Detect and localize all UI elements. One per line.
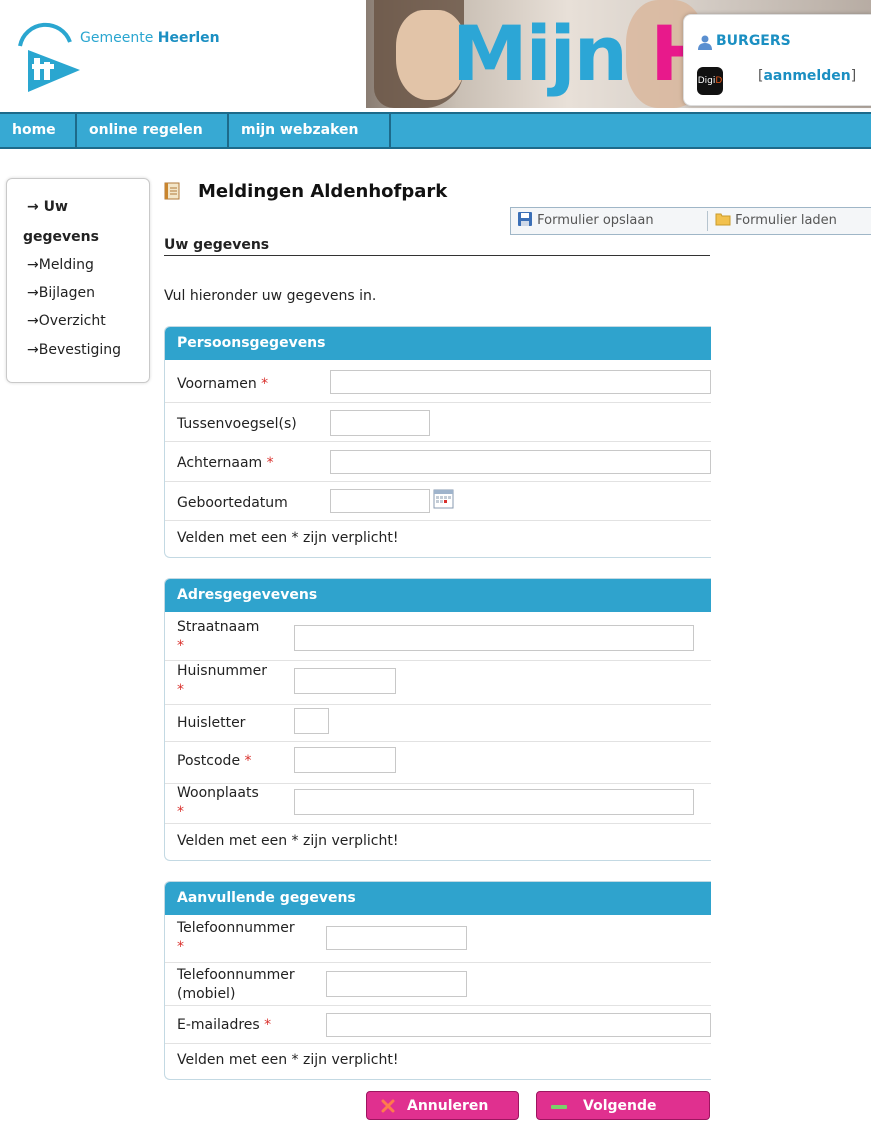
banner-title: Mijn H [452, 9, 714, 98]
row-woonplaats: Woonplaats * [165, 783, 711, 823]
input-achternaam[interactable] [330, 450, 711, 474]
row-achternaam: Achternaam * [165, 441, 711, 481]
calendar-icon[interactable] [433, 489, 454, 509]
row-voornamen: Voornamen * [165, 364, 711, 402]
load-form-button[interactable]: Formulier laden [715, 208, 837, 234]
folder-icon [715, 213, 731, 226]
input-straatnaam[interactable] [294, 625, 694, 651]
panel-heading: Aanvullende gegevens [165, 882, 711, 915]
form-icon [164, 182, 180, 200]
site-logo[interactable] [14, 12, 84, 92]
digid-icon: DigiD [697, 67, 723, 95]
login-box: BURGERS DigiD [aanmelden] [683, 14, 871, 106]
input-woonplaats[interactable] [294, 789, 694, 815]
label-geboortedatum: Geboortedatum [177, 495, 288, 511]
nav-online-regelen[interactable]: online regelen [77, 114, 229, 147]
label-tussenvoegsel: Tussenvoegsel(s) [177, 416, 297, 432]
input-email[interactable] [326, 1013, 711, 1037]
panel-heading: Persoonsgegevens [165, 327, 711, 360]
row-huisletter: Huisletter [165, 704, 711, 741]
step-bijlagen[interactable]: →Bijlagen [27, 285, 95, 301]
label-telefoon: Telefoonnummer * [177, 920, 295, 955]
row-note: Velden met een * zijn verplicht! [165, 520, 711, 557]
logo-text: Gemeente Heerlen [80, 30, 220, 46]
user-type-label: BURGERS [716, 33, 791, 49]
label-achternaam: Achternaam * [177, 455, 274, 471]
heerlen-logo-icon [18, 22, 80, 92]
row-mobiel: Telefoonnummer (mobiel) [165, 962, 711, 1005]
row-straatnaam: Straatnaam * [165, 616, 711, 660]
label-mobiel: Telefoonnummer (mobiel) [177, 967, 295, 1002]
close-icon [381, 1099, 395, 1113]
panel-heading: Adresgegevevens [165, 579, 711, 612]
row-huisnummer: Huisnummer * [165, 660, 711, 704]
input-huisletter[interactable] [294, 708, 329, 734]
row-postcode: Postcode * [165, 741, 711, 783]
save-form-button[interactable]: Formulier opslaan [517, 208, 654, 234]
login-link[interactable]: [aanmelden] [758, 68, 856, 84]
label-straatnaam: Straatnaam * [177, 619, 260, 654]
input-geboortedatum[interactable] [330, 489, 430, 513]
label-postcode: Postcode * [177, 753, 252, 769]
step-bevestiging[interactable]: →Bevestiging [27, 342, 121, 358]
panel-persoonsgegevens: Persoonsgegevens Voornamen * Tussenvoegs… [164, 326, 711, 558]
step-uw-gegevens-cont: gegevens [23, 229, 99, 245]
input-tussenvoegsel[interactable] [330, 410, 430, 436]
required-note: Velden met een * zijn verplicht! [177, 1052, 399, 1068]
label-woonplaats: Woonplaats * [177, 785, 259, 820]
step-uw-gegevens[interactable]: → Uw [27, 199, 68, 215]
row-geboortedatum: Geboortedatum [165, 481, 711, 520]
required-note: Velden met een * zijn verplicht! [177, 833, 399, 849]
section-divider [164, 255, 710, 256]
panel-aanvullende-gegevens: Aanvullende gegevens Telefoonnummer * Tel… [164, 881, 711, 1080]
step-melding[interactable]: →Melding [27, 257, 94, 273]
section-heading: Uw gegevens [164, 237, 270, 253]
input-voornamen[interactable] [330, 370, 711, 394]
input-huisnummer[interactable] [294, 668, 396, 694]
cancel-button[interactable]: Annuleren [366, 1091, 519, 1120]
intro-text: Vul hieronder uw gegevens in. [164, 288, 377, 304]
input-postcode[interactable] [294, 747, 396, 773]
nav-mijn-webzaken[interactable]: mijn webzaken [229, 114, 391, 147]
arrow-right-icon [551, 1105, 567, 1109]
page-title: Meldingen Aldenhofpark [198, 181, 448, 202]
row-note: Velden met een * zijn verplicht! [165, 823, 711, 860]
main-nav: home online regelen mijn webzaken [0, 112, 871, 149]
row-telefoon: Telefoonnummer * [165, 919, 711, 962]
input-mobiel[interactable] [326, 971, 467, 997]
label-email: E-mailadres * [177, 1017, 272, 1033]
next-button[interactable]: Volgende [536, 1091, 710, 1120]
form-toolbar: Formulier opslaan Formulier laden [510, 207, 871, 235]
step-overzicht[interactable]: →Overzicht [27, 313, 106, 329]
label-voornamen: Voornamen * [177, 376, 269, 392]
label-huisnummer: Huisnummer * [177, 663, 267, 698]
user-icon [698, 35, 712, 50]
input-telefoon[interactable] [326, 926, 467, 950]
step-sidebar: → Uw gegevens →Melding →Bijlagen →Overzi… [6, 178, 150, 383]
label-huisletter: Huisletter [177, 715, 246, 731]
required-note: Velden met een * zijn verplicht! [177, 530, 399, 546]
panel-adresgegevens: Adresgegevevens Straatnaam * Huisnummer * … [164, 578, 711, 861]
nav-home[interactable]: home [0, 114, 77, 147]
save-icon [518, 212, 532, 226]
row-note: Velden met een * zijn verplicht! [165, 1043, 711, 1079]
row-email: E-mailadres * [165, 1005, 711, 1043]
row-tussenvoegsel: Tussenvoegsel(s) [165, 402, 711, 441]
